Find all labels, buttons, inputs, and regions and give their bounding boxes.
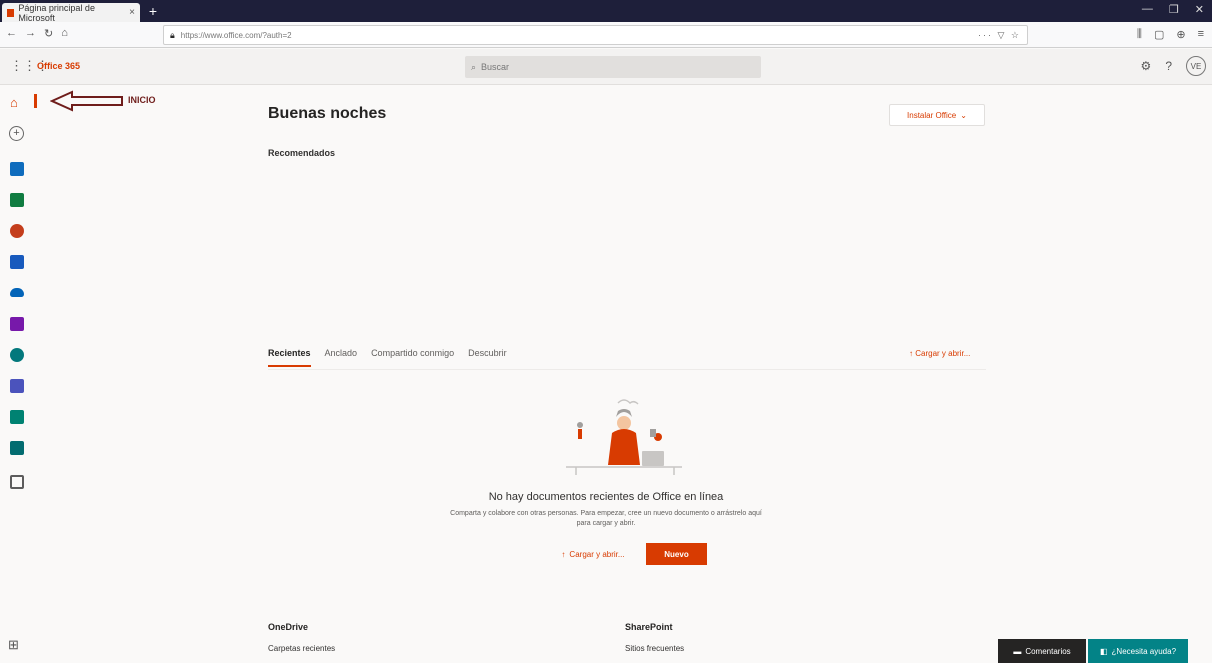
teams-app-icon[interactable] xyxy=(10,379,24,393)
new-document-button[interactable]: Nuevo xyxy=(646,543,707,565)
sidebar-icon[interactable]: ▢ xyxy=(1154,28,1164,41)
outlook-app-icon[interactable] xyxy=(10,162,24,176)
all-apps-icon[interactable]: ⊞ xyxy=(8,637,19,653)
word-app-icon[interactable] xyxy=(10,255,24,269)
feedback-icon: ▬ xyxy=(1013,646,1022,656)
office-brand-link[interactable]: Office 365 xyxy=(37,61,80,71)
sharepoint-heading: SharePoint xyxy=(625,622,673,632)
onedrive-section: OneDrive Carpetas recientes xyxy=(268,622,335,653)
file-tabs: Recientes Anclado Compartido conmigo Des… xyxy=(268,348,507,367)
browser-toolbar-icons: ⫼ ▢ ⊕ ≡ xyxy=(1137,28,1204,41)
upload-arrow-icon: ↑ xyxy=(909,349,913,358)
onedrive-app-icon[interactable] xyxy=(10,288,24,297)
home-active-indicator xyxy=(34,94,37,108)
help-label: ¿Necesita ayuda? xyxy=(1111,646,1177,656)
recommended-heading: Recomendados xyxy=(268,148,336,158)
home-icon[interactable]: ⌂ xyxy=(10,95,18,110)
lock-icon: 🔒︎ xyxy=(170,29,175,40)
sway-app-icon[interactable] xyxy=(10,410,24,424)
settings-gear-icon[interactable]: ⚙ xyxy=(1141,59,1152,73)
menu-icon[interactable]: ≡ xyxy=(1198,28,1204,41)
new-tab-button[interactable]: + xyxy=(145,4,161,19)
greeting-title: Buenas noches xyxy=(268,105,387,122)
upload-arrow-icon: ↑ xyxy=(561,549,566,559)
tab-recientes[interactable]: Recientes xyxy=(268,348,311,367)
excel-app-icon[interactable] xyxy=(10,193,24,207)
recent-folders-link[interactable]: Carpetas recientes xyxy=(268,644,335,653)
forms-app-icon[interactable] xyxy=(10,441,24,455)
onenote-app-icon[interactable] xyxy=(10,317,24,331)
help-icon[interactable]: ? xyxy=(1165,59,1172,73)
nav-buttons: ← → ↻ ⌂ xyxy=(6,27,68,40)
url-bar[interactable]: 🔒︎ https://www.office.com/?auth=2 ··· ▽ … xyxy=(163,25,1028,45)
powerpoint-app-icon[interactable] xyxy=(10,224,24,238)
tab-divider xyxy=(268,369,986,370)
home-browser-icon[interactable]: ⌂ xyxy=(61,27,68,40)
minimize-icon[interactable]: — xyxy=(1142,3,1153,16)
chevron-down-icon: ⌄ xyxy=(960,110,967,120)
upload-open-button-label: Cargar y abrir... xyxy=(569,549,625,559)
browser-tab-title: Página principal de Microsoft xyxy=(18,2,95,23)
feedback-button[interactable]: ▬ Comentarios xyxy=(998,639,1086,663)
close-window-icon[interactable]: ✕ xyxy=(1195,3,1204,16)
help-button[interactable]: ◧ ¿Necesita ayuda? xyxy=(1088,639,1188,663)
annotation-label: INICIO xyxy=(128,95,156,105)
extension-icon[interactable]: ⊕ xyxy=(1176,28,1185,41)
annotation-arrow-icon xyxy=(50,90,123,112)
close-tab-icon[interactable]: × xyxy=(129,7,135,18)
sharepoint-app-icon[interactable] xyxy=(10,348,24,362)
upload-open-link-label: Cargar y abrir... xyxy=(915,349,971,358)
sharepoint-section: SharePoint Sitios frecuentes xyxy=(625,622,684,653)
frequent-sites-link[interactable]: Sitios frecuentes xyxy=(625,644,684,653)
empty-state-subtitle: Comparta y colabore con otras personas. … xyxy=(450,510,762,527)
install-office-button[interactable]: Instalar Office ⌄ xyxy=(889,104,985,126)
tab-compartido[interactable]: Compartido conmigo xyxy=(371,348,454,367)
empty-state-illustration xyxy=(566,399,682,475)
feedback-label: Comentarios xyxy=(1025,646,1071,656)
search-icon: ⌕ xyxy=(471,61,477,72)
upload-open-link[interactable]: ↑ Cargar y abrir... xyxy=(909,349,970,358)
app-rail: ⌂ + ⊞ xyxy=(0,85,37,663)
user-avatar[interactable]: VE xyxy=(1186,56,1206,76)
forward-icon[interactable]: → xyxy=(25,27,36,40)
library-icon[interactable]: ⫼ xyxy=(1137,28,1142,41)
onedrive-heading: OneDrive xyxy=(268,622,309,632)
install-office-label: Instalar Office xyxy=(907,110,957,120)
office-header: ⋮⋮⋮ Office 365 ⌕ Buscar ⚙ ? VE xyxy=(0,49,1212,85)
window-controls: — ❐ ✕ xyxy=(1142,3,1204,16)
upload-open-button[interactable]: ↑ Cargar y abrir... xyxy=(547,543,639,565)
url-text: https://www.office.com/?auth=2 xyxy=(180,30,292,40)
tab-anclado[interactable]: Anclado xyxy=(325,348,358,367)
back-icon[interactable]: ← xyxy=(6,27,17,40)
tab-descubrir[interactable]: Descubrir xyxy=(468,348,507,367)
admin-app-icon[interactable] xyxy=(10,475,24,489)
search-placeholder: Buscar xyxy=(481,62,510,72)
help-chat-icon: ◧ xyxy=(1099,646,1108,656)
reload-icon[interactable]: ↻ xyxy=(44,27,53,40)
header-actions: ⚙ ? VE xyxy=(1141,56,1206,76)
search-box[interactable]: ⌕ Buscar xyxy=(465,56,761,78)
browser-tab[interactable]: Página principal de Microsoft × xyxy=(2,2,140,23)
browser-tab-strip: Página principal de Microsoft × + — ❐ ✕ xyxy=(0,0,1212,23)
restore-icon[interactable]: ❐ xyxy=(1169,3,1179,16)
empty-state-title: No hay documentos recientes de Office en… xyxy=(488,491,724,503)
url-actions[interactable]: ··· ▽ ☆ xyxy=(978,30,1021,41)
office-favicon-icon xyxy=(7,8,15,17)
browser-nav-bar: ← → ↻ ⌂ 🔒︎ https://www.office.com/?auth=… xyxy=(0,22,1212,48)
create-icon[interactable]: + xyxy=(9,126,24,141)
